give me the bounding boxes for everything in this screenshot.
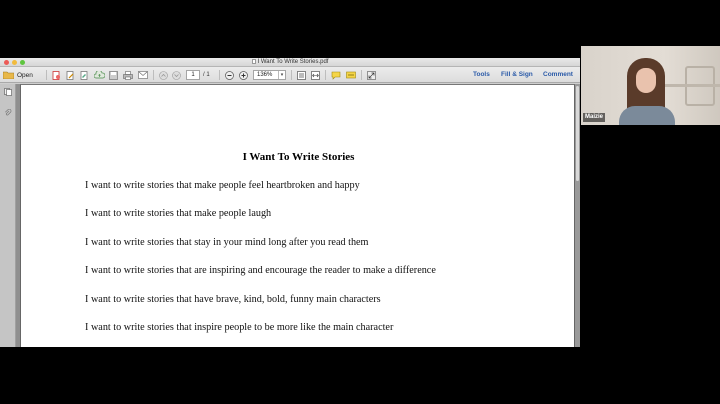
open-button[interactable]: Open [3, 70, 37, 80]
cloud-upload-button[interactable] [93, 70, 105, 80]
document-line: I want to write stories that are inspiri… [85, 265, 436, 276]
zoom-level-value: 136% [257, 72, 273, 78]
open-button-label: Open [17, 71, 33, 79]
toolbar-divider [325, 70, 326, 80]
expand-icon [367, 70, 376, 80]
print-button[interactable] [122, 70, 134, 80]
minus-circle-icon [225, 70, 234, 80]
page-thumbnails-icon[interactable] [4, 88, 12, 96]
attachment-icon[interactable] [4, 109, 12, 117]
pen-icon [80, 70, 88, 80]
scrollbar-thumb[interactable] [576, 86, 579, 181]
email-button[interactable] [137, 70, 149, 80]
highlighter-icon [346, 71, 356, 78]
document-title: I Want To Write Stories [242, 151, 355, 163]
edit-pdf-button[interactable] [65, 70, 76, 80]
vertical-scrollbar[interactable] [575, 84, 580, 347]
previous-page-button[interactable] [158, 70, 169, 80]
fit-width-icon [311, 70, 320, 80]
fit-page-button[interactable] [296, 70, 307, 80]
document-viewer[interactable]: I Want To Write Stories I want to write … [16, 84, 580, 347]
envelope-icon [138, 71, 148, 79]
document-line: I want to write stories that stay in you… [85, 237, 369, 248]
title-bar: I Want To Write Stories.pdf [0, 58, 580, 67]
tools-button[interactable]: Tools [473, 70, 490, 80]
pdf-page: I Want To Write Stories I want to write … [20, 84, 575, 347]
folder-icon [3, 71, 14, 79]
toolbar-divider [219, 70, 220, 80]
edit-pdf-icon [66, 70, 74, 80]
participant-body [619, 106, 675, 125]
chevron-down-icon: ▾ [278, 71, 285, 79]
window-title: I Want To Write Stories.pdf [0, 58, 580, 67]
create-pdf-button[interactable] [51, 70, 62, 80]
fit-width-button[interactable] [310, 70, 321, 80]
webcam-tile: Maizie [581, 46, 720, 125]
toolbar-divider [46, 70, 47, 80]
next-page-button[interactable] [171, 70, 182, 80]
highlight-button[interactable] [345, 70, 357, 80]
zoom-out-button[interactable] [224, 70, 235, 80]
toolbar: Open 1 / 1 136% ▾ Tools Fill & Sign Comme… [0, 67, 580, 83]
fit-page-icon [297, 70, 306, 80]
comment-button[interactable]: Comment [543, 70, 573, 80]
navigation-pane [0, 84, 16, 347]
zoom-level-select[interactable]: 136% ▾ [253, 70, 286, 80]
webcam-background-frame [665, 84, 720, 87]
cloud-icon [93, 71, 105, 79]
pdf-viewer-window: I Want To Write Stories.pdf Open 1 / 1 1… [0, 58, 580, 347]
pdf-document-icon [251, 59, 256, 64]
plus-circle-icon [239, 70, 248, 80]
page-total: / 1 [203, 72, 210, 78]
sign-button[interactable] [79, 70, 90, 80]
document-line: I want to write stories that inspire peo… [85, 322, 394, 333]
toolbar-divider [361, 70, 362, 80]
window-title-text: I Want To Write Stories.pdf [257, 59, 329, 65]
add-comment-button[interactable] [330, 70, 342, 80]
save-button[interactable] [108, 70, 119, 80]
toolbar-divider [153, 70, 154, 80]
toolbar-divider [291, 70, 292, 80]
comment-bubble-icon [331, 71, 341, 80]
full-screen-button[interactable] [366, 70, 377, 80]
arrow-up-circle-icon [159, 70, 168, 80]
document-line: I want to write stories that have brave,… [85, 294, 381, 305]
printer-icon [123, 70, 133, 80]
create-pdf-icon [52, 70, 60, 80]
participant-name-label: Maizie [583, 113, 606, 122]
fill-and-sign-button[interactable]: Fill & Sign [501, 70, 533, 80]
arrow-down-circle-icon [172, 70, 181, 80]
page-number-input[interactable]: 1 [186, 70, 200, 80]
save-icon [109, 70, 118, 80]
participant-face [636, 68, 656, 93]
zoom-in-button[interactable] [238, 70, 249, 80]
document-line: I want to write stories that make people… [85, 180, 360, 191]
document-line: I want to write stories that make people… [85, 208, 272, 219]
